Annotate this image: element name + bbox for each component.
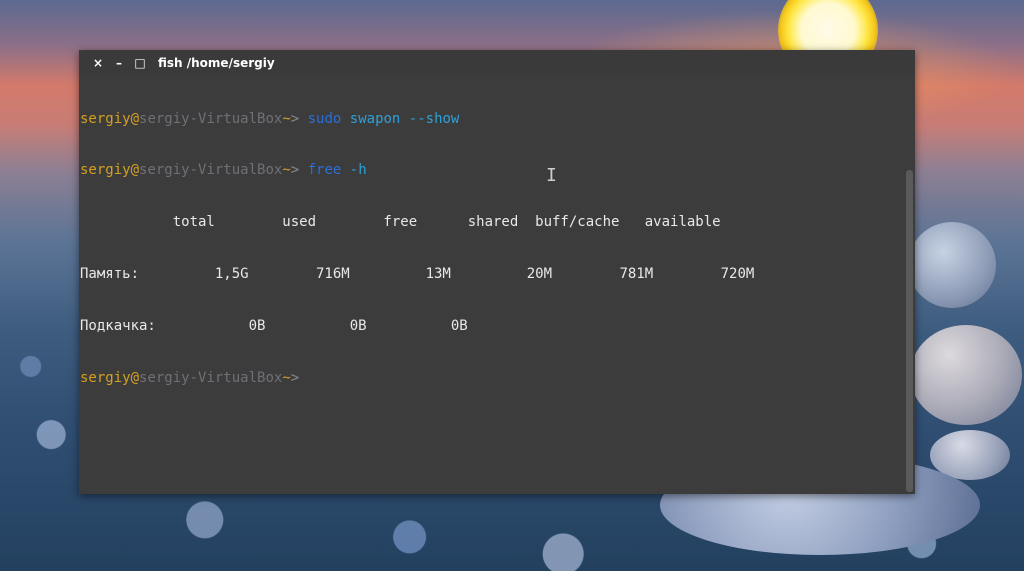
maximize-button[interactable]: □ — [131, 53, 149, 73]
terminal-line: sergiy@sergiy-VirtualBox~> — [80, 370, 915, 387]
prompt-at: @ — [130, 370, 140, 387]
prompt-at: @ — [130, 110, 140, 127]
prompt-host: sergiy-VirtualBox — [139, 162, 283, 179]
close-button[interactable]: × — [89, 53, 107, 73]
command-text: free — [307, 162, 342, 179]
minimize-button[interactable]: – — [110, 53, 128, 73]
free-memory-row: Память: 1,5G 716M 13M 20M 781M 720M — [80, 266, 755, 283]
prompt-arrow: > — [290, 110, 300, 127]
free-header-row: total used free shared buff/cache availa… — [80, 214, 721, 231]
prompt-arrow: > — [290, 162, 300, 179]
prompt-user: sergiy — [80, 370, 131, 387]
terminal-line: sergiy@sergiy-VirtualBox~> sudo swapon -… — [80, 111, 915, 128]
prompt-at: @ — [130, 162, 140, 179]
prompt-tilde: ~ — [282, 162, 291, 179]
prompt-host: sergiy-VirtualBox — [139, 370, 283, 387]
stone-graphic — [910, 325, 1022, 425]
command-text: sudo — [307, 110, 342, 127]
prompt-user: sergiy — [80, 162, 131, 179]
prompt-tilde: ~ — [282, 110, 291, 127]
terminal-window: × – □ fish /home/sergiy sergiy@sergiy-Vi… — [79, 50, 915, 494]
prompt-host: sergiy-VirtualBox — [139, 110, 283, 127]
prompt-arrow: > — [290, 370, 300, 387]
window-titlebar[interactable]: × – □ fish /home/sergiy — [79, 50, 915, 75]
command-args: swapon --show — [349, 110, 460, 127]
prompt-user: sergiy — [80, 110, 131, 127]
window-title: fish /home/sergiy — [158, 55, 275, 70]
free-swap-row: Подкачка: 0B 0B 0B — [80, 318, 468, 335]
text-cursor-icon: I — [546, 165, 557, 186]
terminal-line: sergiy@sergiy-VirtualBox~> free -h — [80, 162, 915, 179]
prompt-tilde: ~ — [282, 370, 291, 387]
command-args: -h — [349, 162, 367, 179]
terminal-output[interactable]: sergiy@sergiy-VirtualBox~> sudo swapon -… — [79, 75, 915, 494]
vertical-scrollbar[interactable] — [906, 170, 913, 492]
stone-graphic — [908, 222, 996, 308]
